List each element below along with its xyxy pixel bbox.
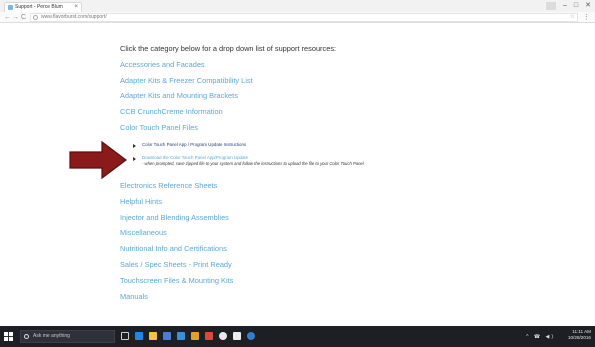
close-window-button[interactable]: ✕ <box>585 1 591 11</box>
cortana-search-box[interactable]: Ask me anything <box>20 330 115 343</box>
app-icon[interactable] <box>177 332 185 340</box>
category-link-expanded[interactable]: Color Touch Panel Files <box>120 123 198 132</box>
category-link[interactable]: CCB CrunchCreme Information <box>120 107 223 116</box>
category-link[interactable]: Miscellaneous <box>120 228 167 237</box>
cortana-icon <box>24 334 29 339</box>
task-view-icon[interactable] <box>121 332 129 340</box>
page-info-icon[interactable] <box>33 15 38 20</box>
reload-button[interactable]: C <box>21 13 26 22</box>
browser-toolbar: ← → C www.flavorburst.com/support/ ☆ ⋮ <box>0 12 595 23</box>
intro-text: Click the category below for a drop down… <box>120 44 337 53</box>
category-link[interactable]: Injector and Blending Assemblies <box>120 213 229 222</box>
category-link[interactable]: Adapter Kits & Freezer Compatibility Lis… <box>120 76 253 85</box>
category-link[interactable]: Touchscreen Files & Mounting Kits <box>120 276 233 285</box>
windows-start-icon[interactable] <box>4 332 13 341</box>
forward-button[interactable]: → <box>12 13 19 22</box>
back-button[interactable]: ← <box>4 13 11 22</box>
category-link[interactable]: Nutritional Info and Certifications <box>120 244 227 253</box>
office-icon[interactable] <box>205 332 213 340</box>
page-content: Click the category below for a drop down… <box>0 23 595 326</box>
edge-browser-icon[interactable] <box>135 332 143 340</box>
browser-tab[interactable]: Support - Perce Blum × <box>4 2 82 12</box>
category-link[interactable]: Electronics Reference Sheets <box>120 181 217 190</box>
user-profile-icon[interactable] <box>545 2 556 10</box>
address-bar[interactable]: www.flavorburst.com/support/ ☆ <box>30 13 578 22</box>
app-icon[interactable] <box>233 332 241 340</box>
category-link[interactable]: Manuals <box>120 292 148 301</box>
file-explorer-icon[interactable] <box>149 332 157 340</box>
bullet-icon <box>133 144 136 148</box>
category-link[interactable]: Sales / Spec Sheets - Print Ready <box>120 260 232 269</box>
category-link[interactable]: Accessories and Facades <box>120 60 205 69</box>
search-placeholder: Ask me anything <box>33 333 70 339</box>
windows-taskbar: Ask me anything ^ ☎ ◀) 11:11 AM 10/28/20… <box>0 326 595 347</box>
bookmark-star-icon[interactable]: ☆ <box>570 14 575 21</box>
tab-close-icon[interactable]: × <box>74 3 78 12</box>
folder-icon[interactable] <box>191 332 199 340</box>
category-link[interactable]: Adapter Kits and Mounting Brackets <box>120 91 238 100</box>
red-arrow-annotation <box>69 140 127 180</box>
category-link[interactable]: Helpful Hints <box>120 197 162 206</box>
download-update-link[interactable]: Download the Color Touch Panel App/Progr… <box>142 155 248 160</box>
clock-date: 10/28/2016 <box>568 335 591 340</box>
browser-menu-button[interactable]: ⋮ <box>583 13 590 22</box>
instructions-link[interactable]: Color Touch Panel App / Program Update I… <box>142 142 246 147</box>
store-icon[interactable] <box>163 332 171 340</box>
window-controls: – □ ✕ <box>545 1 591 11</box>
app-icon[interactable] <box>247 332 255 340</box>
tab-strip: Support - Perce Blum × – □ ✕ <box>0 0 595 12</box>
tab-title: Support - Perce Blum <box>15 4 63 10</box>
clock[interactable]: 11:11 AM 10/28/2016 <box>568 329 591 341</box>
browser-window: Support - Perce Blum × – □ ✕ ← → C www.f… <box>0 0 595 347</box>
favicon-icon <box>8 5 13 10</box>
restore-button[interactable]: □ <box>574 1 578 11</box>
system-tray-icons[interactable]: ^ ☎ ◀) <box>526 334 555 340</box>
minimize-button[interactable]: – <box>563 1 567 11</box>
download-note: - when prompted, save zipped file to you… <box>142 161 364 166</box>
chrome-icon[interactable] <box>219 332 227 340</box>
bullet-icon <box>133 157 136 161</box>
url-text: www.flavorburst.com/support/ <box>41 14 107 20</box>
